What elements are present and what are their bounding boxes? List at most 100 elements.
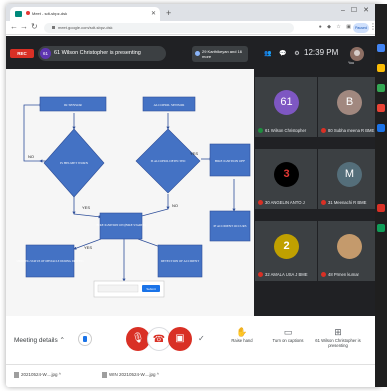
decision-label: IS HELMET WORN (60, 161, 89, 165)
meeting-details-button[interactable]: Meeting details ⌃ (14, 336, 65, 344)
mic-off-icon (258, 272, 263, 277)
captions-button[interactable]: ▭ Turn on captions (268, 326, 308, 343)
box-label: BIKE IGNITION OFF (215, 159, 245, 163)
edge-label: NO (28, 154, 34, 159)
participant-avatar-photo (337, 234, 362, 259)
edge-label: YES (82, 205, 90, 210)
download-name: 20210524-W....jpg (21, 372, 58, 378)
other-presenters-chip[interactable]: 29 Karthikeyan and 16 more (192, 46, 248, 62)
decision-label: IS ALCOHOL DETECTED (151, 159, 187, 163)
mic-on-icon (258, 128, 263, 133)
mic-off-icon (321, 128, 326, 133)
flowchart-box-alcohol-sensor: ALCOHOL SENSOR (142, 96, 196, 112)
file-icon (14, 372, 19, 378)
box-label: DETECTION OF ACCIDENT (161, 259, 199, 263)
slide-popup[interactable]: Submit (93, 280, 165, 298)
edge-label: YES (190, 151, 198, 156)
participant-name: 48 Prmen kumar (328, 271, 359, 277)
extension-icons[interactable]: ● ◆ ☆ ▣ (319, 24, 353, 30)
participant-avatar: 61 (274, 90, 299, 115)
shared-screen: IR SENSOR ALCOHOL SENSOR BIKE IGNITION O… (6, 69, 254, 316)
meet-top-bar: REC 61 61 Wilson Christopher is presenti… (6, 36, 381, 69)
download-item[interactable]: 20210524-W....jpg ^ (14, 372, 61, 378)
participant-grid: 61 61 Wilson Christopher B 80 Subha meen… (254, 69, 381, 316)
taskbar-app-icon[interactable] (377, 104, 385, 112)
taskbar-app-icon[interactable] (377, 124, 385, 132)
host-controls-icon[interactable] (78, 332, 92, 346)
file-icon (102, 372, 107, 378)
taskbar-app-icon[interactable] (377, 44, 385, 52)
participant-tile[interactable]: M 31 Meenachi R BME (318, 149, 380, 209)
forward-icon[interactable]: → (20, 22, 28, 31)
participant-tile[interactable]: 61 61 Wilson Christopher (255, 77, 317, 137)
raise-hand-label: Raise hand (231, 338, 253, 343)
camera-off-icon: ▣ (175, 333, 185, 344)
self-label: You (348, 61, 354, 65)
screen-frame: Meet - sdt-sbpz-dsk ✕ + –☐✕ ← → ↻ meet.g… (6, 4, 381, 387)
present-icon: ⊞ (334, 327, 342, 337)
more-options-icon[interactable]: ✓ (198, 334, 205, 343)
participant-tile[interactable]: 3 30 ANGELIN ANTO J (255, 149, 317, 209)
participant-avatar: 2 (274, 234, 299, 259)
edge-label: NO (172, 203, 178, 208)
flowchart-box-detection: DETECTION OF ACCIDENT (157, 244, 203, 278)
presenter-text: 61 Wilson Christopher is presenting (54, 50, 141, 56)
lock-icon (52, 26, 55, 30)
clock: 12:39 PM (304, 48, 339, 57)
box-label: IR SENSOR (64, 103, 82, 107)
meet-control-bar: Meeting details ⌃ 🎙 ☎ ▣ ✓ ✋ Raise hand ▭… (6, 316, 381, 364)
flowchart-decision-helmet: IS HELMET WORN (43, 128, 105, 198)
tab-close-icon[interactable]: ✕ (151, 7, 156, 21)
presentation-status-button[interactable]: ⊞ 61 Wilson Christopher is presenting (314, 326, 362, 348)
url-field[interactable]: meet.google.com/sdt-sbpz-dsk (44, 23, 294, 33)
flowchart-box-ir-sensor: IR SENSOR (39, 96, 107, 112)
presenter-avatar: 61 (40, 48, 51, 59)
box-label: IF ACCIDENT OCCURS (213, 224, 246, 228)
os-taskbar (375, 4, 387, 387)
self-avatar[interactable] (350, 47, 364, 61)
download-item[interactable]: WIN 20210524-W....jpg ^ (102, 372, 159, 378)
participant-name: 30 ANGELIN ANTO J (265, 199, 305, 205)
box-label: ALCOHOL SENSOR (154, 103, 186, 107)
flowchart-box-obstacle-status: SHOWING STATUS OF OBSTACLE DURING DRIVIN… (16, 244, 84, 278)
browser-tab[interactable]: Meet - sdt-sbpz-dsk ✕ (10, 7, 160, 21)
camera-toggle-button[interactable]: ▣ (168, 327, 192, 351)
url-text: meet.google.com/sdt-sbpz-dsk (58, 25, 113, 30)
taskbar-app-icon[interactable] (377, 84, 385, 92)
download-name: WIN 20210524-W....jpg (109, 372, 156, 378)
others-text: 29 Karthikeyan and 16 more (202, 49, 243, 59)
popup-input[interactable] (97, 284, 139, 293)
participant-avatar: B (337, 90, 362, 115)
meeting-details-label: Meeting details (14, 337, 58, 344)
participant-dot-icon (195, 51, 200, 56)
box-label: BIKE IGNITION ON (BIKE STARTS) (96, 223, 145, 227)
taskbar-app-icon[interactable] (377, 64, 385, 72)
mic-off-icon (321, 272, 326, 277)
new-tab-icon[interactable]: + (166, 6, 171, 20)
meet-top-icons[interactable]: 👥 💬 ⚙ (264, 50, 303, 57)
profile-button[interactable]: Paused (353, 23, 369, 33)
taskbar-app-icon[interactable] (377, 204, 385, 212)
flowchart-box-ignition-off: BIKE IGNITION OFF (209, 143, 251, 177)
captions-label: Turn on captions (272, 338, 304, 343)
meet-favicon-icon (15, 11, 22, 17)
hangup-icon: ☎ (152, 334, 166, 345)
box-label: SHOWING STATUS OF OBSTACLE DURING DRIVIN… (16, 260, 83, 263)
participant-tile[interactable]: 2 32 AMALA USA J BME (255, 221, 317, 281)
participant-avatar: 3 (274, 162, 299, 187)
browser-tabbar: Meet - sdt-sbpz-dsk ✕ + –☐✕ (6, 4, 381, 21)
flowchart: IR SENSOR ALCOHOL SENSOR BIKE IGNITION O… (16, 96, 251, 298)
window-controls[interactable]: –☐✕ (341, 6, 375, 14)
reload-icon[interactable]: ↻ (31, 22, 38, 31)
mic-off-icon (321, 200, 326, 205)
participant-name: 80 Subha meena R BME (328, 127, 375, 133)
participant-tile[interactable]: B 80 Subha meena R BME (318, 77, 380, 137)
raise-hand-button[interactable]: ✋ Raise hand (222, 326, 262, 343)
popup-submit-label: Submit (146, 287, 156, 291)
back-icon[interactable]: ← (10, 22, 18, 31)
presenter-pill[interactable]: 61 61 Wilson Christopher is presenting (38, 46, 166, 61)
participant-tile[interactable]: 48 Prmen kumar (318, 221, 380, 281)
flowchart-decision-alcohol: IS ALCOHOL DETECTED (135, 128, 201, 194)
participant-name: 31 Meenachi R BME (328, 199, 367, 205)
taskbar-app-icon[interactable] (377, 224, 385, 232)
